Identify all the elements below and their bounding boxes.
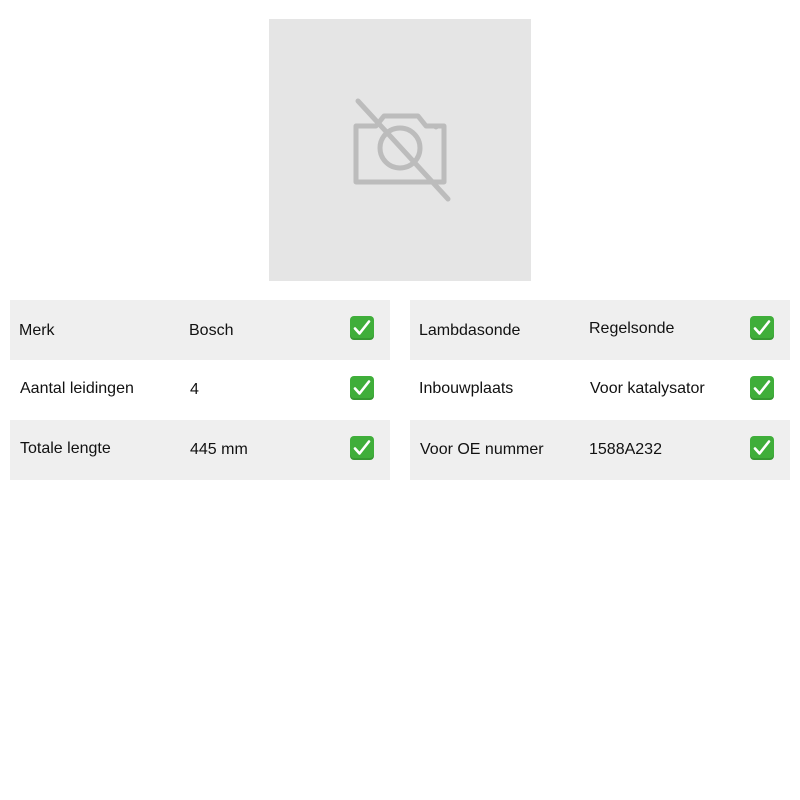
product-image-placeholder: [269, 19, 531, 281]
spec-label: Totale lengte: [20, 440, 111, 457]
spec-row: Voor OE nummer 1588A232: [410, 420, 790, 480]
spec-value: Voor katalysator: [590, 380, 705, 397]
spec-row: Aantal leidingen 4: [10, 360, 390, 420]
spec-table-left: Merk Bosch Aantal leidingen 4 Totale len…: [10, 300, 390, 480]
spec-value: 445 mm: [190, 441, 248, 458]
check-mark-icon: [750, 376, 774, 400]
spec-value: Regelsonde: [589, 320, 675, 337]
check-mark-icon: [350, 436, 374, 460]
spec-label: Inbouwplaats: [419, 380, 514, 397]
camera-off-icon: [353, 98, 451, 202]
spec-label: Lambdasonde: [419, 322, 521, 339]
spec-value: Bosch: [189, 322, 234, 339]
spec-row: Totale lengte 445 mm: [10, 420, 390, 480]
spec-table-right: Lambdasonde Regelsonde Inbouwplaats Voor…: [410, 300, 790, 480]
spec-label: Voor OE nummer: [420, 441, 544, 458]
spec-value: 1588A232: [589, 441, 662, 458]
spec-value: 4: [190, 381, 199, 398]
spec-row: Inbouwplaats Voor katalysator: [410, 360, 790, 420]
spec-label: Aantal leidingen: [20, 380, 134, 397]
spec-row: Merk Bosch: [10, 300, 390, 360]
check-mark-icon: [350, 376, 374, 400]
spec-label: Merk: [19, 322, 55, 339]
check-mark-icon: [350, 316, 374, 340]
spec-row: Lambdasonde Regelsonde: [410, 300, 790, 360]
check-mark-icon: [750, 316, 774, 340]
check-mark-icon: [750, 436, 774, 460]
